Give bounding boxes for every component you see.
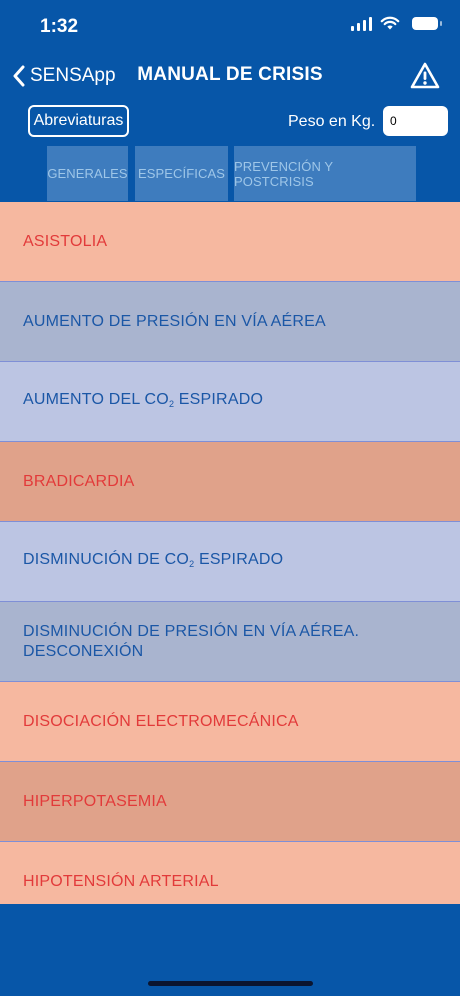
list-item[interactable]: DISMINUCIÓN DE CO2 ESPIRADO [0,522,460,602]
list-item[interactable]: AUMENTO DE PRESIÓN EN VÍA AÉREA [0,282,460,362]
list-item-label: AUMENTO DE PRESIÓN EN VÍA AÉREA [23,312,326,330]
cellular-signal-icon [351,16,372,31]
list-item-label: ASISTOLIA [23,232,108,250]
list-item-label: BRADICARDIA [23,472,135,490]
crisis-list: ASISTOLIA AUMENTO DE PRESIÓN EN VÍA AÉREA… [0,202,460,904]
list-item[interactable]: HIPOTENSIÓN ARTERIAL [0,842,460,904]
list-item[interactable]: BRADICARDIA [0,442,460,522]
list-item-label: DISMINUCIÓN DE CO2 ESPIRADO [23,550,284,569]
home-indicator [148,981,313,986]
toolbar: Abreviaturas Peso en Kg. [0,98,460,146]
tab-generales[interactable]: GENERALES [47,146,128,201]
abbreviations-button[interactable]: Abreviaturas [28,105,129,137]
tab-prevencion-postcrisis[interactable]: PREVENCIÓN Y POSTCRISIS [234,146,416,201]
weight-label: Peso en Kg. [288,113,376,130]
list-item[interactable]: ASISTOLIA [0,202,460,282]
list-item-label: HIPERPOTASEMIA [23,792,167,810]
list-item[interactable]: AUMENTO DEL CO2 ESPIRADO [0,362,460,442]
category-tabs: GENERALES ESPECÍFICAS PREVENCIÓN Y POSTC… [0,146,460,201]
tab-especificas[interactable]: ESPECÍFICAS [135,146,228,201]
status-icons [351,16,442,31]
wifi-icon [380,16,400,30]
status-bar: 1:32 [0,0,460,54]
list-item[interactable]: HIPERPOTASEMIA [0,762,460,842]
list-item-label: HIPOTENSIÓN ARTERIAL [23,872,219,890]
list-item-label: DISOCIACIÓN ELECTROMECÁNICA [23,712,299,730]
alert-button[interactable] [410,61,440,91]
list-item[interactable]: DISMINUCIÓN DE PRESIÓN EN VÍA AÉREA. DES… [0,602,460,682]
warning-triangle-icon [410,62,440,89]
list-item-label: DISMINUCIÓN DE PRESIÓN EN VÍA AÉREA. DES… [23,622,360,660]
page-title: MANUAL DE CRISIS [137,64,323,85]
navigation-bar: SENSApp MANUAL DE CRISIS [0,54,460,98]
weight-input[interactable] [383,106,448,136]
status-time: 1:32 [40,16,79,37]
battery-icon [412,17,442,30]
list-item[interactable]: DISOCIACIÓN ELECTROMECÁNICA [0,682,460,762]
list-item-label: AUMENTO DEL CO2 ESPIRADO [23,390,264,409]
